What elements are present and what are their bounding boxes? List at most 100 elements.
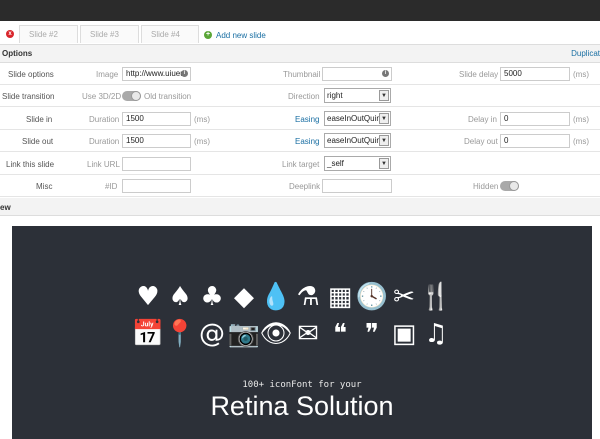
- options-header: Options Duplicat: [0, 45, 600, 63]
- plus-icon: +: [204, 31, 212, 39]
- preview-header: ew: [0, 198, 600, 216]
- link-target-value: _self: [327, 159, 344, 168]
- misc-row: Misc #ID Deeplink Hidden: [0, 175, 600, 197]
- tab-slide-3[interactable]: Slide #3: [80, 25, 139, 43]
- id-field[interactable]: [122, 179, 191, 193]
- slide-in-row: Slide in Duration 1500 (ms) Easing easeI…: [0, 108, 600, 130]
- top-bar: [0, 0, 600, 21]
- drop-icon: 💧: [259, 282, 293, 312]
- slide-out-duration-field[interactable]: 1500: [122, 134, 191, 148]
- delay-in-field[interactable]: 0: [500, 112, 570, 126]
- slide-out-easing-value: easeInOutQuint: [327, 136, 384, 145]
- chevron-down-icon: ▼: [379, 113, 389, 124]
- slide-in-duration-label: Duration: [89, 115, 120, 124]
- map-pin-icon: 📍: [163, 319, 197, 349]
- scissors-icon: ✂: [393, 282, 415, 312]
- link-target-select[interactable]: _self ▼: [324, 156, 391, 171]
- old-transition-label: Old transition: [144, 92, 192, 101]
- flask-icon: ⚗: [296, 282, 320, 312]
- delay-in-unit: (ms): [573, 115, 589, 124]
- tab-slide-2[interactable]: Slide #2: [19, 25, 78, 43]
- link-this-slide-label: Link this slide: [6, 160, 55, 169]
- diamond-icon: ◆: [234, 282, 254, 312]
- slide-out-duration-unit: (ms): [194, 137, 210, 146]
- chevron-down-icon: ▼: [379, 90, 389, 101]
- slide-out-easing-link[interactable]: Easing: [295, 137, 319, 146]
- heart-icon: ♥: [136, 282, 160, 312]
- club-icon: ♣: [200, 282, 224, 312]
- link-url-label: Link URL: [87, 160, 120, 169]
- slide-out-label: Slide out: [22, 137, 54, 146]
- quote-open-icon: ❝: [333, 319, 347, 349]
- fork-knife-icon: 🍴: [419, 282, 453, 312]
- slide-in-easing-value: easeInOutQuint: [327, 114, 384, 123]
- slide-in-easing-select[interactable]: easeInOutQuint ▼: [324, 111, 391, 126]
- eye-icon: 👁: [259, 319, 293, 349]
- tab-slide-4[interactable]: Slide #4: [141, 25, 199, 43]
- thumbnail-field[interactable]: i: [322, 67, 392, 81]
- close-slide-icon[interactable]: x: [6, 30, 14, 38]
- quote-close-icon: ❞: [365, 319, 379, 349]
- slide-transition-row: Slide transition Use 3D/2D Old transitio…: [0, 85, 600, 107]
- icon-row-bottom: 📅 📍 @ 📷 👁 ✉ ❝ ❞ ▣ ♫: [132, 318, 452, 350]
- direction-value: right: [327, 91, 343, 100]
- delay-out-label: Delay out: [464, 137, 498, 146]
- music-note-icon: ♫: [424, 319, 448, 349]
- spade-icon: ♠: [168, 282, 192, 312]
- slide-options-row: Slide options Image http://www.uiueu. i …: [0, 63, 600, 85]
- hidden-label: Hidden: [473, 182, 499, 191]
- calendar-icon: 📅: [131, 319, 165, 349]
- use-3d-2d-label: Use 3D/2D: [82, 92, 122, 101]
- deeplink-field[interactable]: [322, 179, 392, 193]
- camera-icon: 📷: [227, 319, 261, 349]
- thumbnail-label: Thumbnail: [283, 70, 321, 79]
- slide-delay-field[interactable]: 5000: [500, 67, 570, 81]
- image-label: Image: [96, 70, 119, 79]
- slide-in-label: Slide in: [26, 115, 53, 124]
- picture-icon: ▣: [391, 319, 417, 349]
- delay-out-unit: (ms): [573, 137, 589, 146]
- slide-preview: ♥ ♠ ♣ ◆ 💧 ⚗ ▦ 🕓 ✂ 🍴 📅 📍 @ 📷 👁 ✉ ❝ ❞ ▣ ♫ 100+ iconFont for …: [12, 226, 592, 439]
- preview-title: ew: [0, 203, 11, 212]
- clock-icon: 🕓: [355, 282, 389, 312]
- old-transition-toggle[interactable]: [122, 91, 141, 101]
- slide-delay-label: Slide delay: [459, 70, 499, 79]
- chevron-down-icon: ▼: [379, 158, 389, 169]
- grid-icon: ▦: [327, 282, 353, 312]
- image-field[interactable]: http://www.uiueu. i: [122, 67, 191, 81]
- link-row: Link this slide Link URL Link target _se…: [0, 153, 600, 175]
- delay-out-field[interactable]: 0: [500, 134, 570, 148]
- duplicate-link[interactable]: Duplicat: [571, 49, 600, 58]
- slide-in-duration-field[interactable]: 1500: [122, 112, 191, 126]
- toggle-knob: [509, 181, 519, 191]
- image-info-icon[interactable]: i: [181, 70, 188, 77]
- slide-delay-unit: (ms): [573, 70, 589, 79]
- add-new-slide-button[interactable]: + Add new slide: [204, 30, 266, 40]
- preview-caption-big: Retina Solution: [210, 391, 394, 421]
- slide-in-easing-link[interactable]: Easing: [295, 115, 319, 124]
- slide-out-row: Slide out Duration 1500 (ms) Easing ease…: [0, 130, 600, 152]
- envelope-icon: ✉: [297, 319, 319, 349]
- thumbnail-info-icon[interactable]: i: [382, 70, 389, 77]
- chevron-down-icon: ▼: [379, 135, 389, 146]
- toggle-knob: [131, 91, 141, 101]
- slide-out-easing-select[interactable]: easeInOutQuint ▼: [324, 133, 391, 148]
- icon-row-top: ♥ ♠ ♣ ◆ 💧 ⚗ ▦ 🕓 ✂ 🍴: [132, 281, 452, 313]
- direction-label: Direction: [288, 92, 320, 101]
- slide-out-duration-label: Duration: [89, 137, 120, 146]
- id-label: #ID: [105, 182, 118, 191]
- preview-caption-small: 100+ iconFont for your: [242, 380, 362, 390]
- add-new-slide-label: Add new slide: [216, 30, 266, 40]
- at-icon: @: [199, 319, 225, 349]
- slide-options-label: Slide options: [8, 70, 54, 79]
- direction-select[interactable]: right ▼: [324, 88, 391, 103]
- link-target-label: Link target: [282, 160, 320, 169]
- image-field-value: http://www.uiueu.: [126, 69, 187, 78]
- hidden-toggle[interactable]: [500, 181, 519, 191]
- link-url-field[interactable]: [122, 157, 191, 171]
- deeplink-label: Deeplink: [289, 182, 321, 191]
- delay-in-label: Delay in: [468, 115, 497, 124]
- misc-label: Misc: [36, 182, 53, 191]
- slide-in-duration-unit: (ms): [194, 115, 210, 124]
- options-title: Options: [2, 49, 33, 58]
